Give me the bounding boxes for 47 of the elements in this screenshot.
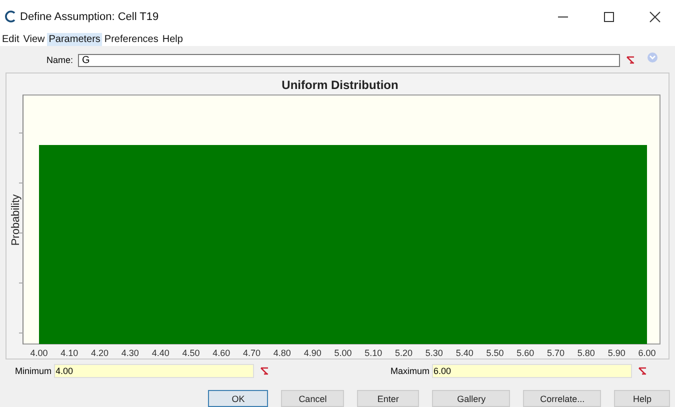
x-tick-label: 4.40: [152, 348, 170, 358]
cell-reference-icon[interactable]: [638, 367, 647, 375]
x-tick-label: 5.90: [608, 348, 626, 358]
x-tick-label: 5.00: [334, 348, 352, 358]
name-field[interactable]: G: [78, 54, 620, 66]
menu-item[interactable]: View: [21, 33, 47, 46]
dialog-button[interactable]: Cancel: [281, 390, 344, 407]
parameter-field[interactable]: 4.00: [54, 364, 254, 378]
x-tick-label: 5.10: [364, 348, 382, 358]
name-label: Name:: [45, 55, 74, 65]
dialog-button[interactable]: Correlate...: [523, 390, 602, 407]
y-axis-label: Probability: [10, 194, 22, 246]
x-tick-label: 5.60: [516, 348, 534, 358]
menu-item[interactable]: Edit: [0, 33, 22, 46]
x-tick-label: 5.70: [547, 348, 565, 358]
cell-reference-icon[interactable]: [260, 367, 269, 375]
dialog-button[interactable]: Gallery: [432, 390, 510, 407]
parameter-label: Maximum: [390, 366, 430, 376]
maximize-icon[interactable]: [603, 10, 615, 22]
x-tick-label: 4.70: [243, 348, 261, 358]
x-tick-label: 5.40: [456, 348, 474, 358]
dialog-button[interactable]: Enter: [356, 390, 420, 407]
chart-title: Uniform Distribution: [282, 78, 398, 92]
x-tick-label: 5.20: [395, 348, 413, 358]
x-tick-label: 5.30: [425, 348, 443, 358]
parameter-label: Minimum: [15, 366, 52, 376]
cell-reference-icon[interactable]: [626, 56, 635, 64]
x-tick-label: 4.80: [273, 348, 291, 358]
menu-item[interactable]: Parameters: [46, 33, 102, 46]
x-tick-label: 4.90: [304, 348, 322, 358]
parameter-field[interactable]: 6.00: [432, 364, 632, 378]
x-tick-label: 4.10: [60, 348, 78, 358]
x-tick-label: 4.50: [182, 348, 200, 358]
x-tick-label: 6.00: [638, 348, 656, 358]
dialog-button[interactable]: OK: [208, 390, 268, 407]
menu-item[interactable]: Preferences: [102, 33, 160, 46]
x-tick-label: 4.20: [91, 348, 109, 358]
x-tick-label: 4.60: [212, 348, 230, 358]
x-tick-label: 4.00: [30, 348, 48, 358]
x-tick-label: 4.30: [121, 348, 139, 358]
x-tick-label: 5.50: [486, 348, 504, 358]
app-logo-icon: [4, 10, 17, 23]
menu-item[interactable]: Help: [160, 33, 185, 46]
window-title: Define Assumption: Cell T19: [20, 10, 159, 22]
close-icon[interactable]: [649, 10, 661, 22]
x-tick-label: 5.80: [577, 348, 595, 358]
dialog-button[interactable]: Help: [614, 390, 670, 407]
